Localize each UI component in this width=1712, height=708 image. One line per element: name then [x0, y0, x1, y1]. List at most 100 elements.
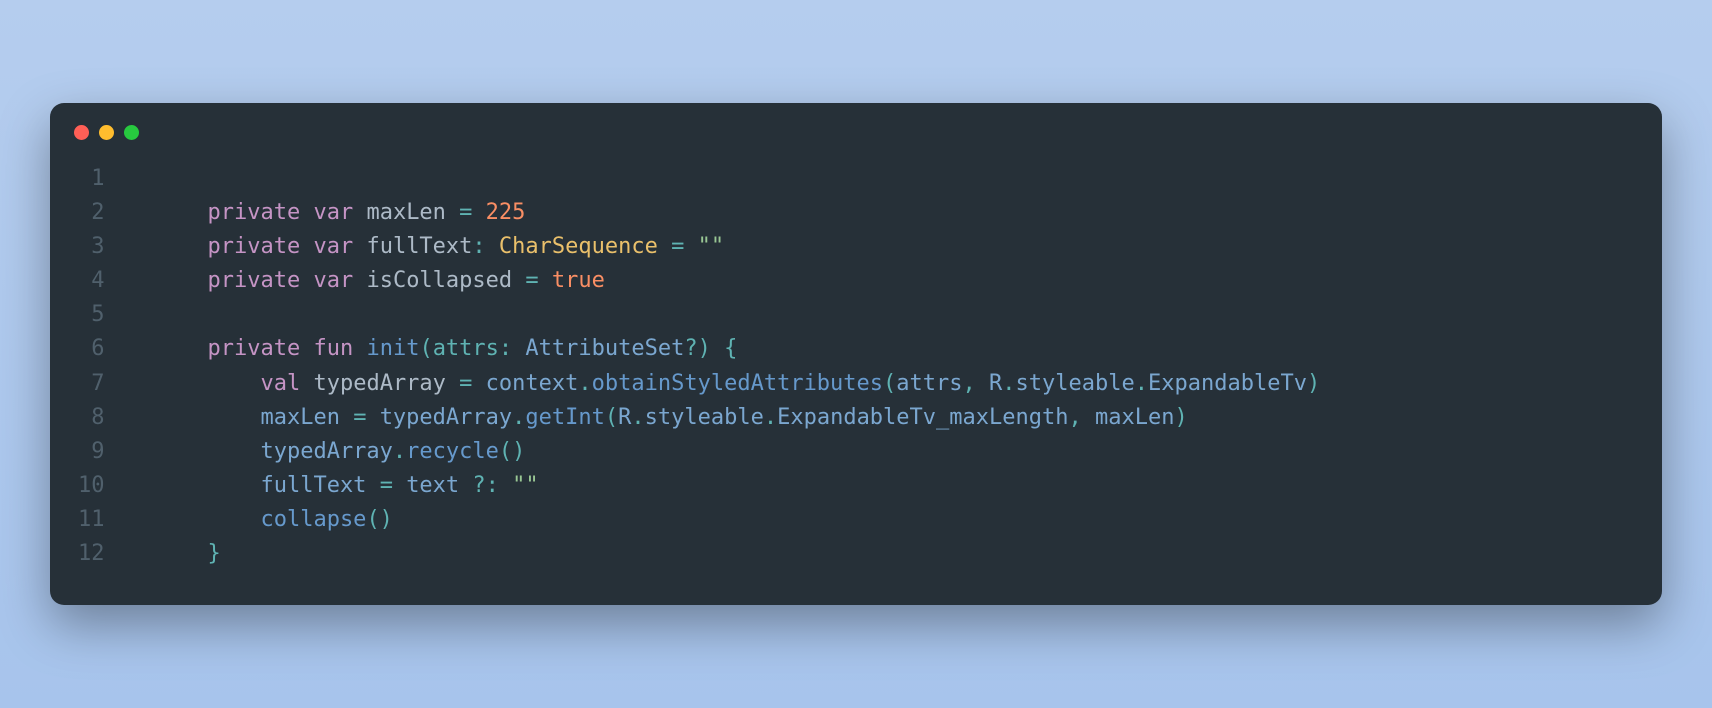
- code-token: {: [724, 336, 737, 361]
- code-token: [472, 200, 485, 225]
- code-token: "": [698, 234, 725, 259]
- code-token: }: [207, 541, 220, 566]
- code-line: 1: [78, 162, 1634, 196]
- code-token: =: [459, 200, 472, 225]
- code-token: [711, 336, 724, 361]
- code-token: [155, 507, 261, 532]
- code-token: [353, 200, 366, 225]
- code-token: (: [883, 371, 896, 396]
- code-token: =: [353, 405, 366, 430]
- code-content[interactable]: private var isCollapsed = true: [155, 264, 1635, 298]
- code-token: isCollapsed: [366, 268, 525, 293]
- code-token: var: [313, 268, 353, 293]
- minimize-icon[interactable]: [99, 125, 114, 140]
- line-number: 8: [78, 401, 155, 435]
- line-number: 7: [78, 367, 155, 401]
- code-content[interactable]: private var maxLen = 225: [155, 196, 1635, 230]
- code-token: private: [207, 200, 300, 225]
- code-token: [472, 371, 485, 396]
- code-content[interactable]: }: [155, 537, 1635, 571]
- code-token: .: [393, 439, 406, 464]
- code-table: 12 private var maxLen = 2253 private var…: [78, 162, 1634, 571]
- titlebar: [50, 103, 1662, 144]
- code-token: ): [1174, 405, 1187, 430]
- code-content[interactable]: typedArray.recycle(): [155, 435, 1635, 469]
- code-token: obtainStyledAttributes: [592, 371, 883, 396]
- code-token: typedArray: [313, 371, 459, 396]
- code-token: private: [207, 268, 300, 293]
- code-token: fullText: [260, 473, 379, 498]
- code-token: [539, 268, 552, 293]
- line-number: 6: [78, 332, 155, 366]
- code-token: AttributeSet: [525, 336, 684, 361]
- code-content[interactable]: private var fullText: CharSequence = "": [155, 230, 1635, 264]
- code-token: typedArray: [260, 439, 392, 464]
- line-number: 2: [78, 196, 155, 230]
- code-token: R: [618, 405, 631, 430]
- code-token: .: [1002, 371, 1015, 396]
- code-token: 225: [486, 200, 526, 225]
- code-token: var: [313, 200, 353, 225]
- code-token: styleable: [645, 405, 764, 430]
- code-token: [353, 234, 366, 259]
- code-content[interactable]: [155, 162, 1635, 196]
- code-token: attrs: [896, 371, 962, 396]
- code-line: 7 val typedArray = context.obtainStyledA…: [78, 367, 1634, 401]
- code-token: styleable: [1016, 371, 1135, 396]
- code-token: true: [552, 268, 605, 293]
- code-token: CharSequence: [499, 234, 658, 259]
- code-token: private: [207, 336, 300, 361]
- code-token: (): [366, 507, 393, 532]
- line-number: 4: [78, 264, 155, 298]
- code-line: 8 maxLen = typedArray.getInt(R.styleable…: [78, 401, 1634, 435]
- code-token: [155, 336, 208, 361]
- code-token: ): [698, 336, 711, 361]
- code-line: 6 private fun init(attrs: AttributeSet?)…: [78, 332, 1634, 366]
- code-token: [155, 405, 261, 430]
- code-content[interactable]: maxLen = typedArray.getInt(R.styleable.E…: [155, 401, 1635, 435]
- code-token: [684, 234, 697, 259]
- code-token: [976, 371, 989, 396]
- code-token: [155, 200, 208, 225]
- code-token: (: [419, 336, 432, 361]
- code-token: [300, 200, 313, 225]
- line-number: 3: [78, 230, 155, 264]
- code-token: (): [499, 439, 526, 464]
- code-line: 5: [78, 298, 1634, 332]
- line-number: 11: [78, 503, 155, 537]
- code-token: init: [366, 336, 419, 361]
- close-icon[interactable]: [74, 125, 89, 140]
- code-token: [300, 371, 313, 396]
- code-content[interactable]: private fun init(attrs: AttributeSet?) {: [155, 332, 1635, 366]
- code-content[interactable]: collapse(): [155, 503, 1635, 537]
- code-token: [512, 336, 525, 361]
- code-token: .: [1135, 371, 1148, 396]
- code-token: .: [578, 371, 591, 396]
- code-token: val: [260, 371, 300, 396]
- code-token: :: [472, 234, 485, 259]
- code-token: attrs: [433, 336, 499, 361]
- code-token: typedArray: [380, 405, 512, 430]
- code-content[interactable]: val typedArray = context.obtainStyledAtt…: [155, 367, 1635, 401]
- code-token: maxLen: [260, 405, 353, 430]
- code-token: [393, 473, 406, 498]
- code-content[interactable]: [155, 298, 1635, 332]
- code-token: =: [671, 234, 684, 259]
- code-token: context: [486, 371, 579, 396]
- code-line: 2 private var maxLen = 225: [78, 196, 1634, 230]
- code-token: maxLen: [366, 200, 459, 225]
- code-token: maxLen: [1095, 405, 1174, 430]
- code-area[interactable]: 12 private var maxLen = 2253 private var…: [50, 144, 1662, 605]
- code-token: [353, 268, 366, 293]
- zoom-icon[interactable]: [124, 125, 139, 140]
- line-number: 10: [78, 469, 155, 503]
- code-token: .: [512, 405, 525, 430]
- code-token: ExpandableTv: [1148, 371, 1307, 396]
- line-number: 9: [78, 435, 155, 469]
- code-content[interactable]: fullText = text ?: "": [155, 469, 1635, 503]
- code-token: text: [406, 473, 472, 498]
- code-token: (: [605, 405, 618, 430]
- code-token: =: [380, 473, 393, 498]
- code-token: var: [313, 234, 353, 259]
- code-line: 11 collapse(): [78, 503, 1634, 537]
